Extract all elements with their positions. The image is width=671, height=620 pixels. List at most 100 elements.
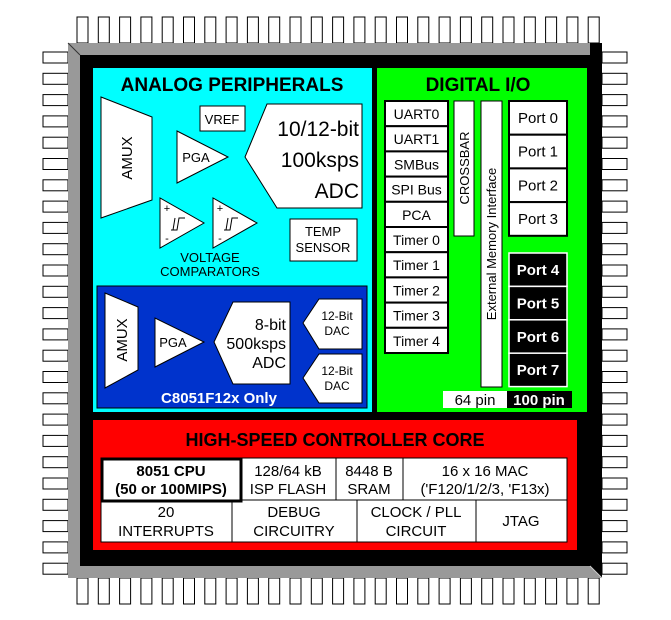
- pin: [42, 136, 69, 149]
- pin: [601, 264, 628, 277]
- pin: [42, 498, 69, 511]
- pin: [438, 16, 451, 44]
- pin: [601, 456, 628, 469]
- pin: [140, 16, 153, 44]
- peripheral-label: UART1: [394, 131, 440, 147]
- plus-sign: +: [164, 203, 170, 215]
- peripheral-list: UART0 UART1 SMBus SPI Bus PCA Timer 0 Timer 1 T…: [384, 100, 449, 354]
- port-label: Port 2: [518, 177, 558, 194]
- pin: [601, 498, 628, 511]
- pin: [42, 562, 69, 575]
- crossbar-label: CROSSBAR: [457, 132, 472, 205]
- pin: [601, 477, 628, 490]
- port-label: Port 1: [518, 144, 558, 161]
- pin: [161, 577, 174, 605]
- pin: [566, 16, 579, 44]
- pin: [601, 72, 628, 85]
- pin: [183, 577, 195, 605]
- port-label: Port 7: [517, 362, 560, 379]
- pin: [523, 577, 536, 605]
- minus-sign: -: [218, 233, 222, 245]
- pin: [42, 51, 69, 64]
- pin: [204, 577, 217, 605]
- comparators-label: COMPARATORS: [160, 264, 260, 279]
- pin64-label: 64 pin: [455, 392, 496, 409]
- pin: [42, 413, 69, 426]
- pin: [601, 371, 628, 383]
- clock-label: CLOCK / PLL: [371, 504, 462, 521]
- core-title: HIGH-SPEED CONTROLLER CORE: [185, 430, 484, 450]
- jtag-label: JTAG: [502, 513, 539, 530]
- pin: [42, 392, 69, 405]
- analog-peripherals-panel: ANALOG PERIPHERALS AMUX VREF PGA 10/12-b…: [93, 68, 372, 412]
- pin: [97, 16, 110, 44]
- pin: [353, 16, 366, 44]
- pin: [601, 520, 628, 533]
- pin: [396, 577, 408, 605]
- adc-label: 8-bit: [255, 317, 287, 334]
- interrupts-label: 20: [158, 504, 175, 521]
- pin: [481, 577, 494, 605]
- pin: [545, 16, 558, 44]
- port-label: Port 4: [517, 262, 560, 279]
- pin: [459, 16, 472, 44]
- sram-label: SRAM: [347, 481, 390, 498]
- pin: [566, 577, 579, 605]
- pin: [268, 16, 281, 44]
- port-label: Port 6: [517, 329, 560, 346]
- pin: [225, 577, 238, 605]
- pin: [42, 264, 69, 277]
- chip-block-diagram: ANALOG PERIPHERALS AMUX VREF PGA 10/12-b…: [42, 16, 628, 605]
- pin: [502, 16, 515, 44]
- pin: [587, 16, 600, 44]
- pin: [246, 16, 259, 44]
- pin: [438, 577, 451, 605]
- subpanel-label: C8051F12x Only: [161, 390, 278, 407]
- port-label: Port 3: [518, 211, 558, 228]
- pin: [42, 94, 69, 107]
- peripheral-label: Timer 3: [393, 308, 440, 324]
- pin: [601, 136, 628, 149]
- pin: [42, 371, 69, 383]
- pin: [42, 243, 69, 256]
- minus-sign: -: [165, 233, 169, 245]
- pin: [42, 115, 69, 128]
- pin: [42, 158, 69, 170]
- pin: [601, 179, 628, 192]
- pin: [42, 349, 69, 362]
- plus-sign: +: [217, 203, 223, 215]
- pin: [42, 520, 69, 533]
- temp-label: SENSOR: [296, 240, 351, 255]
- adc-label: 10/12-bit: [277, 118, 359, 141]
- clock-label: CIRCUIT: [386, 523, 447, 540]
- pin: [601, 285, 628, 298]
- pin: [225, 16, 238, 44]
- pga-label: PGA: [159, 335, 187, 350]
- pin: [76, 577, 89, 605]
- package-bevel-right: [590, 43, 602, 578]
- sram-label: 8448 B: [345, 463, 393, 480]
- adc-label: 500ksps: [226, 336, 286, 353]
- pin: [502, 577, 515, 605]
- pin: [523, 16, 536, 44]
- peripheral-label: UART0: [394, 106, 440, 122]
- pga-label: PGA: [182, 150, 210, 165]
- cpu-label: (50 or 100MIPS): [115, 481, 227, 498]
- pin: [332, 577, 345, 605]
- pin: [601, 434, 628, 447]
- mac-label: ('F120/1/2/3, 'F13x): [420, 481, 549, 498]
- pin: [76, 16, 89, 44]
- interrupts-label: INTERRUPTS: [118, 523, 214, 540]
- pin: [310, 577, 323, 605]
- pin: [601, 221, 628, 234]
- analog-title: ANALOG PERIPHERALS: [121, 75, 344, 96]
- pin: [42, 72, 69, 85]
- pin: [601, 51, 628, 64]
- pin: [97, 577, 110, 605]
- pin: [601, 349, 628, 362]
- dac-label: DAC: [324, 379, 350, 393]
- pin: [481, 16, 494, 44]
- pin: [601, 541, 628, 554]
- amux-label: AMUX: [119, 136, 136, 179]
- controller-core-panel: HIGH-SPEED CONTROLLER CORE 8051 CPU (50 …: [93, 420, 577, 550]
